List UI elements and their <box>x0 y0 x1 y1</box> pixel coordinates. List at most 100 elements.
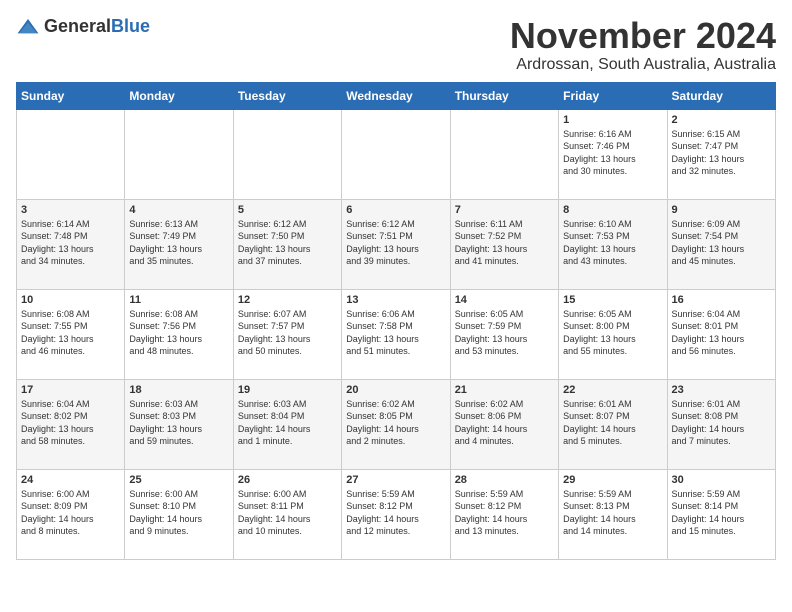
day-number: 8 <box>563 204 662 216</box>
day-number: 24 <box>21 474 120 486</box>
day-number: 16 <box>672 294 771 306</box>
day-info: Sunrise: 6:05 AM Sunset: 7:59 PM Dayligh… <box>455 308 554 358</box>
weekday-header-monday: Monday <box>125 82 233 109</box>
weekday-header-tuesday: Tuesday <box>233 82 341 109</box>
day-info: Sunrise: 6:04 AM Sunset: 8:01 PM Dayligh… <box>672 308 771 358</box>
day-number: 5 <box>238 204 337 216</box>
day-number: 23 <box>672 384 771 396</box>
title-area: November 2024 Ardrossan, South Australia… <box>510 16 776 74</box>
day-info: Sunrise: 6:08 AM Sunset: 7:56 PM Dayligh… <box>129 308 228 358</box>
calendar-cell: 7 Sunrise: 6:11 AM Sunset: 7:52 PM Daylig… <box>450 199 558 289</box>
calendar-cell: 12 Sunrise: 6:07 AM Sunset: 7:57 PM Dayli… <box>233 289 341 379</box>
day-number: 26 <box>238 474 337 486</box>
day-info: Sunrise: 6:11 AM Sunset: 7:52 PM Dayligh… <box>455 218 554 268</box>
calendar-cell: 17Sunrise: 6:04 AM Sunset: 8:02 PM Dayli… <box>17 379 125 469</box>
day-info: Sunrise: 6:14 AM Sunset: 7:48 PM Dayligh… <box>21 218 120 268</box>
calendar-week-row: 10 Sunrise: 6:08 AM Sunset: 7:55 PM Dayli… <box>17 289 776 379</box>
day-info: Sunrise: 5:59 AM Sunset: 8:14 PM Dayligh… <box>672 488 771 538</box>
calendar-body: 1 Sunrise: 6:16 AM Sunset: 7:46 PM Daylig… <box>17 109 776 559</box>
day-info: Sunrise: 6:06 AM Sunset: 7:58 PM Dayligh… <box>346 308 445 358</box>
day-number: 27 <box>346 474 445 486</box>
day-number: 21 <box>455 384 554 396</box>
calendar-cell: 18 Sunrise: 6:03 AM Sunset: 8:03 PM Dayli… <box>125 379 233 469</box>
calendar-cell: 3 Sunrise: 6:14 AM Sunset: 7:48 PM Daylig… <box>17 199 125 289</box>
calendar-cell: 2 Sunrise: 6:15 AM Sunset: 7:47 PM Daylig… <box>667 109 775 199</box>
calendar-cell: 28 Sunrise: 5:59 AM Sunset: 8:12 PM Dayli… <box>450 469 558 559</box>
calendar-cell <box>17 109 125 199</box>
day-number: 22 <box>563 384 662 396</box>
day-info: Sunrise: 6:13 AM Sunset: 7:49 PM Dayligh… <box>129 218 228 268</box>
calendar-week-row: 3 Sunrise: 6:14 AM Sunset: 7:48 PM Daylig… <box>17 199 776 289</box>
month-title: November 2024 <box>510 16 776 56</box>
day-info: Sunrise: 6:07 AM Sunset: 7:57 PM Dayligh… <box>238 308 337 358</box>
day-info: Sunrise: 5:59 AM Sunset: 8:13 PM Dayligh… <box>563 488 662 538</box>
calendar-cell: 5Sunrise: 6:12 AM Sunset: 7:50 PM Daylig… <box>233 199 341 289</box>
day-info: Sunrise: 6:00 AM Sunset: 8:10 PM Dayligh… <box>129 488 228 538</box>
weekday-header-friday: Friday <box>559 82 667 109</box>
weekday-header-thursday: Thursday <box>450 82 558 109</box>
day-number: 12 <box>238 294 337 306</box>
day-number: 10 <box>21 294 120 306</box>
calendar-cell: 26Sunrise: 6:00 AM Sunset: 8:11 PM Dayli… <box>233 469 341 559</box>
logo-icon <box>16 17 40 37</box>
calendar-cell <box>342 109 450 199</box>
calendar-cell <box>233 109 341 199</box>
calendar-week-row: 1 Sunrise: 6:16 AM Sunset: 7:46 PM Daylig… <box>17 109 776 199</box>
calendar-cell: 23Sunrise: 6:01 AM Sunset: 8:08 PM Dayli… <box>667 379 775 469</box>
day-info: Sunrise: 6:15 AM Sunset: 7:47 PM Dayligh… <box>672 128 771 178</box>
calendar-cell: 4 Sunrise: 6:13 AM Sunset: 7:49 PM Daylig… <box>125 199 233 289</box>
day-info: Sunrise: 6:09 AM Sunset: 7:54 PM Dayligh… <box>672 218 771 268</box>
day-number: 4 <box>129 204 228 216</box>
calendar-table: SundayMondayTuesdayWednesdayThursdayFrid… <box>16 82 776 560</box>
logo-text-general: General <box>44 16 111 36</box>
calendar-cell: 16 Sunrise: 6:04 AM Sunset: 8:01 PM Dayli… <box>667 289 775 379</box>
day-number: 30 <box>672 474 771 486</box>
logo: GeneralBlue <box>16 16 150 37</box>
day-info: Sunrise: 5:59 AM Sunset: 8:12 PM Dayligh… <box>346 488 445 538</box>
calendar-cell: 25 Sunrise: 6:00 AM Sunset: 8:10 PM Dayli… <box>125 469 233 559</box>
day-number: 13 <box>346 294 445 306</box>
day-number: 28 <box>455 474 554 486</box>
logo-text-blue: Blue <box>111 16 150 36</box>
day-info: Sunrise: 6:08 AM Sunset: 7:55 PM Dayligh… <box>21 308 120 358</box>
day-number: 7 <box>455 204 554 216</box>
calendar-cell: 20 Sunrise: 6:02 AM Sunset: 8:05 PM Dayli… <box>342 379 450 469</box>
day-info: Sunrise: 6:16 AM Sunset: 7:46 PM Dayligh… <box>563 128 662 178</box>
day-number: 25 <box>129 474 228 486</box>
calendar-cell: 24 Sunrise: 6:00 AM Sunset: 8:09 PM Dayli… <box>17 469 125 559</box>
day-info: Sunrise: 6:02 AM Sunset: 8:05 PM Dayligh… <box>346 398 445 448</box>
calendar-cell: 21 Sunrise: 6:02 AM Sunset: 8:06 PM Dayli… <box>450 379 558 469</box>
day-number: 14 <box>455 294 554 306</box>
day-number: 1 <box>563 114 662 126</box>
day-number: 29 <box>563 474 662 486</box>
day-info: Sunrise: 5:59 AM Sunset: 8:12 PM Dayligh… <box>455 488 554 538</box>
calendar-cell: 8 Sunrise: 6:10 AM Sunset: 7:53 PM Daylig… <box>559 199 667 289</box>
calendar-cell: 13 Sunrise: 6:06 AM Sunset: 7:58 PM Dayli… <box>342 289 450 379</box>
calendar-cell: 22 Sunrise: 6:01 AM Sunset: 8:07 PM Dayli… <box>559 379 667 469</box>
weekday-header-wednesday: Wednesday <box>342 82 450 109</box>
day-number: 2 <box>672 114 771 126</box>
calendar-cell <box>125 109 233 199</box>
day-info: Sunrise: 6:10 AM Sunset: 7:53 PM Dayligh… <box>563 218 662 268</box>
day-number: 11 <box>129 294 228 306</box>
day-info: Sunrise: 6:03 AM Sunset: 8:04 PM Dayligh… <box>238 398 337 448</box>
calendar-cell: 27 Sunrise: 5:59 AM Sunset: 8:12 PM Dayli… <box>342 469 450 559</box>
calendar-cell: 19Sunrise: 6:03 AM Sunset: 8:04 PM Dayli… <box>233 379 341 469</box>
day-number: 9 <box>672 204 771 216</box>
day-number: 3 <box>21 204 120 216</box>
calendar-cell <box>450 109 558 199</box>
day-number: 17 <box>21 384 120 396</box>
day-info: Sunrise: 6:02 AM Sunset: 8:06 PM Dayligh… <box>455 398 554 448</box>
day-info: Sunrise: 6:03 AM Sunset: 8:03 PM Dayligh… <box>129 398 228 448</box>
day-number: 15 <box>563 294 662 306</box>
day-info: Sunrise: 6:05 AM Sunset: 8:00 PM Dayligh… <box>563 308 662 358</box>
calendar-week-row: 17Sunrise: 6:04 AM Sunset: 8:02 PM Dayli… <box>17 379 776 469</box>
calendar-cell: 6Sunrise: 6:12 AM Sunset: 7:51 PM Daylig… <box>342 199 450 289</box>
day-number: 20 <box>346 384 445 396</box>
calendar-week-row: 24 Sunrise: 6:00 AM Sunset: 8:09 PM Dayli… <box>17 469 776 559</box>
day-info: Sunrise: 6:01 AM Sunset: 8:07 PM Dayligh… <box>563 398 662 448</box>
calendar-cell: 15 Sunrise: 6:05 AM Sunset: 8:00 PM Dayli… <box>559 289 667 379</box>
day-info: Sunrise: 6:12 AM Sunset: 7:51 PM Dayligh… <box>346 218 445 268</box>
day-number: 18 <box>129 384 228 396</box>
day-info: Sunrise: 6:00 AM Sunset: 8:09 PM Dayligh… <box>21 488 120 538</box>
